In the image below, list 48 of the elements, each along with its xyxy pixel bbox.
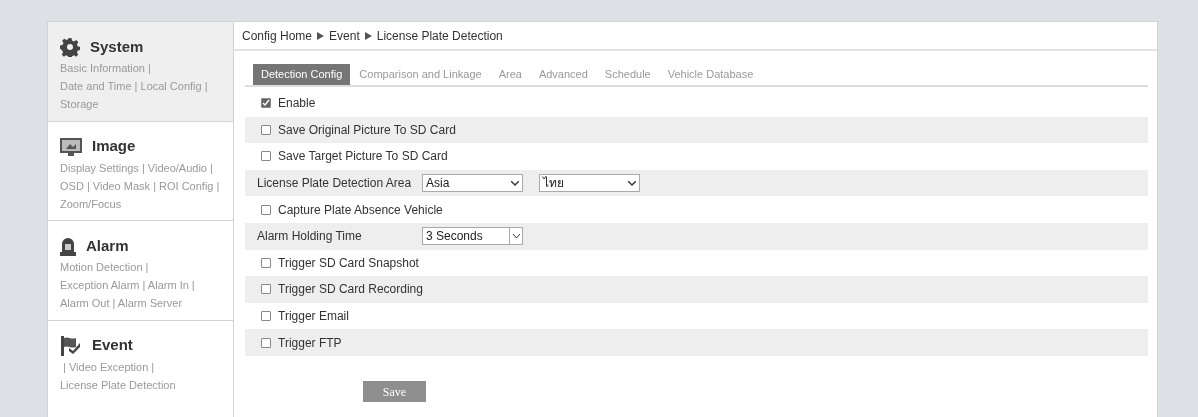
tab[interactable]: Detection Config — [253, 64, 351, 85]
checkbox-label: Save Original Picture To SD Card — [278, 121, 456, 139]
flag-icon — [60, 335, 82, 356]
arrow-icon — [317, 31, 325, 40]
checkbox-label: Trigger SD Card Recording — [278, 281, 423, 299]
menu-links[interactable]: Basic Information | Date and Time | Local Config | Storage — [60, 59, 233, 113]
alarm-light-icon — [60, 236, 76, 256]
monitor-icon — [60, 137, 82, 156]
checkbox[interactable] — [261, 257, 271, 268]
menu-links[interactable]: Motion Detection | Exception Alarm | Alarm In | Alarm Out | Alarm Server — [60, 258, 233, 312]
chevron-down-icon — [511, 180, 519, 186]
checkbox-label: Save Target Picture To SD Card — [278, 148, 448, 166]
dropdown[interactable]: Asia — [422, 174, 523, 193]
checkbox[interactable] — [261, 284, 271, 295]
checkbox[interactable] — [261, 337, 271, 348]
checkbox[interactable] — [261, 151, 271, 162]
checkbox[interactable] — [261, 204, 271, 215]
breadcrumb-item: License Plate Detection — [376, 27, 503, 45]
save-button[interactable]: Save — [363, 381, 426, 403]
section-title[interactable]: Alarm — [86, 234, 129, 258]
checkbox[interactable] — [261, 311, 271, 322]
tab[interactable]: Advanced — [530, 64, 596, 85]
field-label: License Plate Detection Area — [257, 175, 413, 193]
checkbox-label: Enable — [278, 95, 316, 113]
checkbox[interactable] — [261, 98, 271, 109]
gear-icon — [60, 37, 80, 57]
section-title[interactable]: Image — [92, 135, 136, 158]
menu-links[interactable]: Display Settings | Video/Audio | OSD | Video Mask | ROI Config | Zoom/Focus — [60, 158, 233, 213]
breadcrumb-item[interactable]: Config Home — [242, 26, 313, 45]
tab[interactable]: Vehicle Database — [659, 64, 762, 85]
breadcrumb-item[interactable]: Event — [329, 26, 360, 45]
checkbox-label: Trigger SD Card Snapshot — [278, 254, 419, 272]
chevron-down-icon — [628, 180, 636, 186]
checkbox-label: Capture Plate Absence Vehicle — [278, 201, 443, 219]
tab[interactable]: Schedule — [596, 64, 659, 85]
tab[interactable]: Area — [490, 64, 530, 85]
dropdown[interactable]: 3 Seconds — [422, 227, 523, 246]
dropdown[interactable]: ไทย — [539, 174, 640, 193]
field-label: Alarm Holding Time — [257, 228, 363, 246]
section-title[interactable]: Event — [92, 334, 133, 357]
section-title[interactable]: System — [90, 35, 144, 59]
arrow-icon — [364, 31, 372, 40]
menu-links[interactable]: | Video Exception | License Plate Detection — [60, 357, 233, 394]
tab[interactable]: Comparison and Linkage — [351, 64, 490, 85]
checkbox[interactable] — [261, 124, 271, 135]
checkbox-label: Trigger Email — [278, 308, 349, 326]
chevron-down-icon — [512, 233, 520, 239]
checkbox-label: Trigger FTP — [278, 334, 342, 352]
